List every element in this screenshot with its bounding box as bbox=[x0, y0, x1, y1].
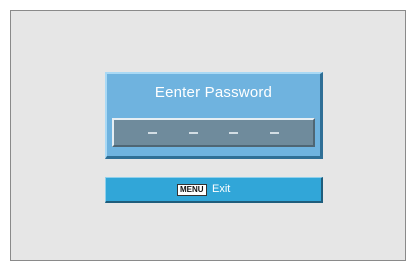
exit-label: Exit bbox=[212, 183, 231, 195]
password-digit-4 bbox=[270, 131, 280, 134]
dialog-title: Eenter Password bbox=[154, 84, 273, 101]
tv-screen: Eenter Password MENU Exit bbox=[10, 10, 406, 261]
password-digit-3 bbox=[229, 131, 239, 134]
password-dialog: Eenter Password bbox=[105, 72, 323, 159]
password-digit-1 bbox=[147, 131, 157, 134]
password-field[interactable] bbox=[112, 118, 315, 147]
menu-key-badge: MENU bbox=[177, 184, 207, 196]
menu-exit-bar[interactable]: MENU Exit bbox=[105, 177, 323, 203]
password-digit-2 bbox=[188, 131, 198, 134]
